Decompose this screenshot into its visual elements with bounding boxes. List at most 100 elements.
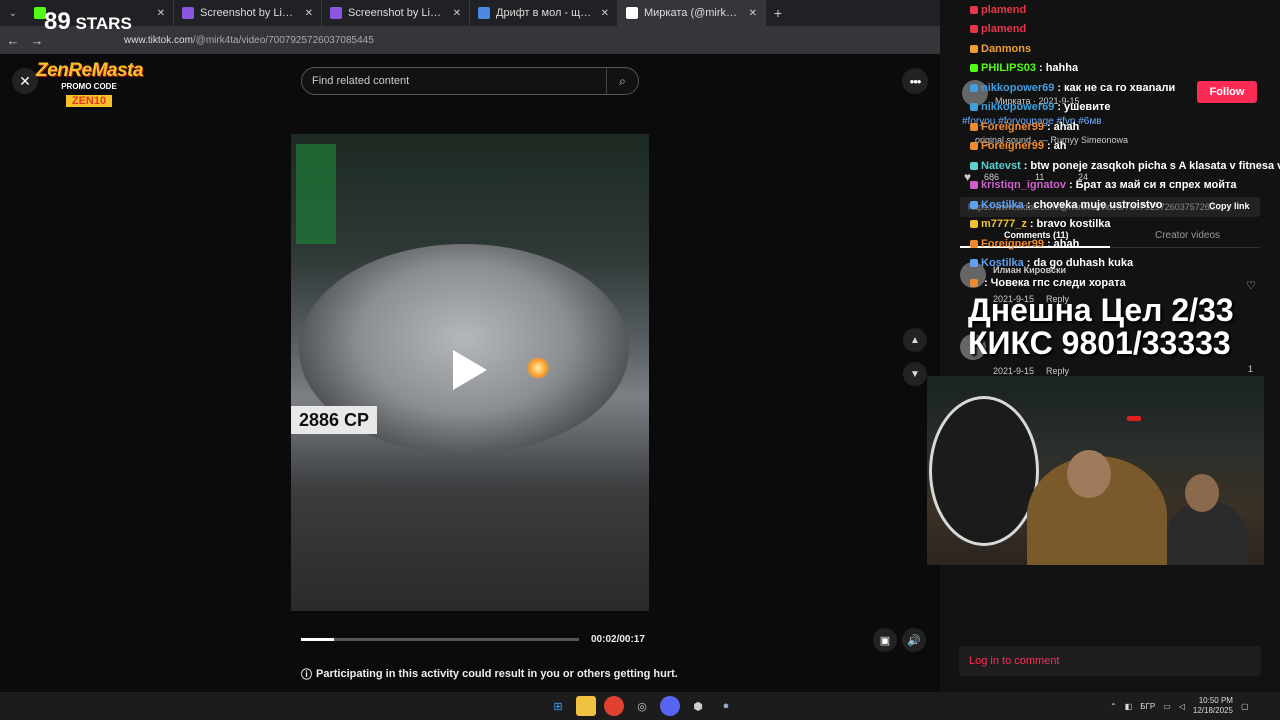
chat-separator: : bbox=[1026, 199, 1031, 211]
chat-text: ушевите bbox=[1064, 101, 1111, 113]
close-tab-icon[interactable]: ✕ bbox=[601, 8, 609, 19]
chat-username[interactable]: plamend bbox=[981, 4, 1026, 16]
chat-separator: : bbox=[1057, 101, 1062, 113]
follow-button[interactable]: Follow bbox=[1197, 81, 1257, 103]
chat-badge-icon bbox=[970, 181, 978, 189]
chat-username[interactable]: Foreigner99 bbox=[981, 238, 1044, 250]
search-input[interactable]: Find related content ⌕ bbox=[301, 67, 639, 95]
video-frame[interactable]: 2886 CP bbox=[291, 134, 649, 611]
chat-text: hahha bbox=[1045, 62, 1079, 74]
file-explorer-icon[interactable] bbox=[576, 696, 596, 716]
notification-icon[interactable]: ▢ bbox=[1241, 702, 1249, 711]
comment-date: 2021-9-15 bbox=[993, 366, 1035, 376]
tray-chevron-icon[interactable]: ⌃ bbox=[1110, 702, 1117, 711]
sponsor-logo: ZenReMasta PROMO CODE ZEN10 bbox=[36, 60, 143, 120]
lightshot-icon bbox=[330, 7, 342, 19]
tab-title: Screenshot by Lightshot bbox=[200, 7, 299, 19]
red-light bbox=[1127, 416, 1141, 421]
system-tray: ⌃ ◧ БГР ▭ ◁ 10:50 PM 12/18/2025 ▢ bbox=[1110, 692, 1249, 720]
tab-drift-news[interactable]: Дрифт в мол - ще има ли наказ ✕ bbox=[470, 0, 618, 26]
video-time: 00:02/00:17 bbox=[591, 634, 645, 645]
guest-head bbox=[1185, 474, 1219, 512]
chat-badge-icon bbox=[970, 103, 978, 111]
heart-icon[interactable]: ♡ bbox=[1246, 279, 1256, 292]
chat-username[interactable]: Foreigner99 bbox=[981, 140, 1044, 152]
speaker-icon[interactable]: ◁ bbox=[1179, 702, 1185, 711]
tab-search-icon[interactable]: ⌄ bbox=[0, 0, 26, 26]
chat-username[interactable]: Kostilka bbox=[981, 257, 1024, 269]
chevron-up-icon[interactable]: ▲ bbox=[903, 328, 927, 352]
chat-badge-icon bbox=[970, 259, 978, 267]
chat-badge-icon bbox=[970, 142, 978, 150]
tab-lightshot-2[interactable]: Screenshot by Lightshot ✕ bbox=[322, 0, 470, 26]
chat-message: kristiqn_ignatov: Брат аз май си я спрех … bbox=[970, 179, 1237, 191]
chat-message: PHILIPS03: hahha bbox=[970, 62, 1078, 74]
chat-username[interactable]: Kostilka bbox=[981, 199, 1024, 211]
address-bar: ← → www.tiktok.com/@mirk4ta/video/700792… bbox=[0, 26, 940, 54]
pip-icon[interactable]: ▣ bbox=[873, 628, 897, 652]
search-icon[interactable]: ⌕ bbox=[606, 68, 638, 94]
discord-icon[interactable] bbox=[660, 696, 680, 716]
windows-start-icon[interactable]: ⊞ bbox=[548, 696, 568, 716]
language-indicator[interactable]: БГР bbox=[1140, 702, 1155, 711]
chat-badge-icon bbox=[970, 25, 978, 33]
tab-title: Screenshot by Lightshot bbox=[348, 7, 447, 19]
clock[interactable]: 10:50 PM 12/18/2025 bbox=[1193, 696, 1233, 716]
chrome-icon[interactable] bbox=[604, 696, 624, 716]
chat-separator: : bbox=[1057, 82, 1062, 94]
app2-icon[interactable]: ⬢ bbox=[688, 696, 708, 716]
chat-badge-icon bbox=[970, 6, 978, 14]
wifi-icon[interactable]: ▭ bbox=[1163, 702, 1171, 711]
chat-username[interactable]: Foreigner99 bbox=[981, 121, 1044, 133]
url-field[interactable]: www.tiktok.com/@mirk4ta/video/7007925726… bbox=[54, 30, 934, 50]
webcam-feed bbox=[927, 376, 1264, 565]
new-tab-button[interactable]: + bbox=[766, 5, 790, 21]
close-tab-icon[interactable]: ✕ bbox=[157, 8, 165, 19]
chat-badge-icon bbox=[970, 220, 978, 228]
chat-message: Foreigner99: ahah bbox=[970, 238, 1079, 250]
chat-username[interactable]: kristiqn_ignatov bbox=[981, 179, 1066, 191]
chat-message: plamend bbox=[970, 4, 1026, 16]
tab-creator-videos[interactable]: Creator videos bbox=[1155, 230, 1220, 241]
play-icon[interactable] bbox=[453, 350, 487, 390]
volume-icon[interactable]: 🔊 bbox=[902, 628, 926, 652]
reply-button[interactable]: Reply bbox=[1046, 366, 1069, 376]
tab-lightshot-1[interactable]: Screenshot by Lightshot ✕ bbox=[174, 0, 322, 26]
goal-line-2: КИКС 9801/33333 bbox=[968, 325, 1231, 361]
chat-username[interactable]: nikkopower69 bbox=[981, 82, 1054, 94]
login-to-comment[interactable]: Log in to comment bbox=[959, 646, 1261, 676]
forward-icon[interactable]: → bbox=[30, 33, 44, 48]
chat-separator: : bbox=[1029, 218, 1034, 230]
chat-badge-icon bbox=[970, 84, 978, 92]
logo-number: 89 bbox=[44, 8, 71, 35]
garage-light bbox=[296, 144, 336, 244]
chat-username[interactable]: nikkopower69 bbox=[981, 101, 1054, 113]
close-tab-icon[interactable]: ✕ bbox=[305, 8, 313, 19]
chat-username[interactable]: Natevst bbox=[981, 160, 1021, 172]
back-icon[interactable]: ← bbox=[6, 33, 20, 48]
chat-username[interactable]: plamend bbox=[981, 23, 1026, 35]
app-icon[interactable]: ◎ bbox=[632, 696, 652, 716]
more-options-icon[interactable]: ••• bbox=[902, 68, 928, 94]
tab-tiktok[interactable]: Мирката (@mirk4ta) | TikTok ✕ bbox=[618, 0, 766, 26]
chat-message: nikkopower69: как не са го хвanали bbox=[970, 82, 1175, 94]
chevron-down-icon[interactable]: ▼ bbox=[903, 362, 927, 386]
steam-icon[interactable]: ● bbox=[716, 696, 736, 716]
network-icon[interactable]: ◧ bbox=[1125, 702, 1133, 711]
windows-taskbar: ⊞ ◎ ⬢ ● ⌃ ◧ БГР ▭ ◁ 10:50 PM 12/18/2025 … bbox=[0, 692, 1280, 720]
chat-message: : Човека гпс следи хората bbox=[970, 277, 1126, 289]
chat-text: bravo kostilka bbox=[1036, 218, 1111, 230]
close-tab-icon[interactable]: ✕ bbox=[749, 8, 757, 19]
close-tab-icon[interactable]: ✕ bbox=[453, 8, 461, 19]
chat-message: nikkopower69: ушевите bbox=[970, 101, 1110, 113]
goal-line-1: Днешна Цел 2/33 bbox=[968, 292, 1234, 328]
video-progress-bar[interactable] bbox=[301, 638, 579, 641]
chat-text: Брат аз май си я спрех мойта bbox=[1075, 179, 1237, 191]
chat-username[interactable]: m7777_z bbox=[981, 218, 1027, 230]
close-icon[interactable]: ✕ bbox=[12, 68, 38, 94]
chat-username[interactable]: PHILIPS03 bbox=[981, 62, 1036, 74]
clock-time: 10:50 PM bbox=[1198, 696, 1233, 705]
chat-username[interactable]: Danmons bbox=[981, 43, 1031, 55]
chat-badge-icon bbox=[970, 64, 978, 72]
copy-link-button[interactable]: Copy link bbox=[1209, 201, 1250, 211]
